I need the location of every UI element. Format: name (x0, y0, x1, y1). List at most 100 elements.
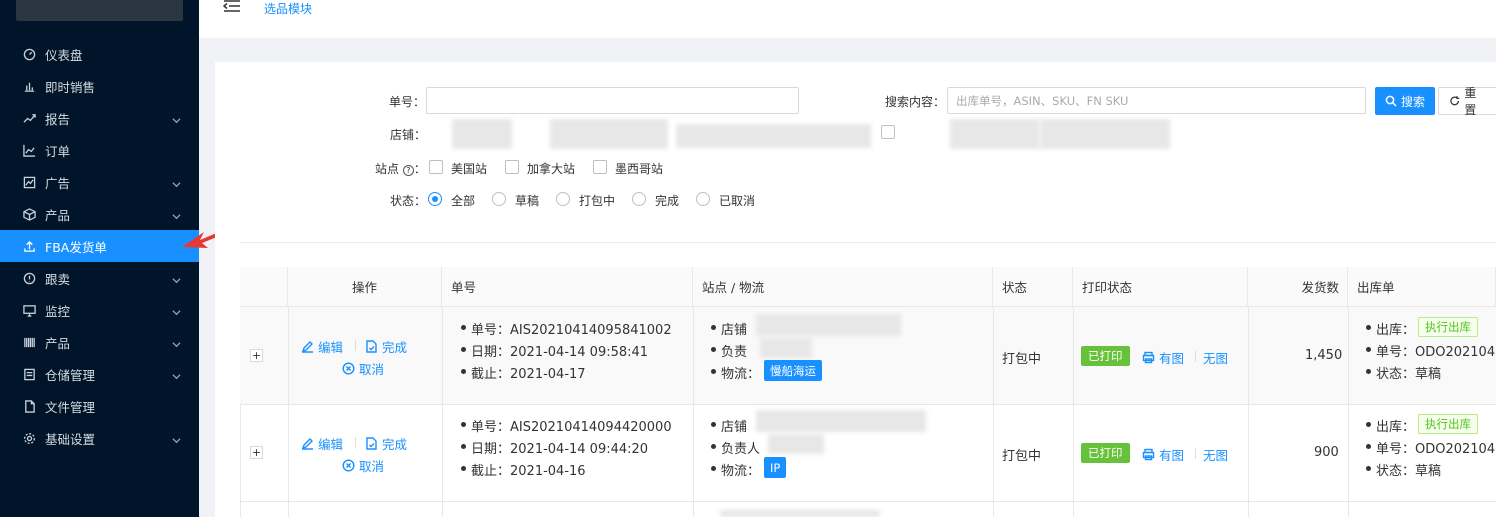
execute-outbound-tag[interactable]: 执行出库 (1418, 317, 1478, 337)
menu-fold-icon[interactable] (223, 0, 241, 12)
shop-redacted (756, 314, 901, 336)
shop-checkbox[interactable] (881, 125, 895, 139)
order-no-input[interactable] (426, 87, 799, 114)
sidebar-item-label: 产品 (45, 335, 71, 351)
status-radio-draft[interactable] (492, 192, 506, 206)
outbound-no-value: 单号：ODO202104 (1365, 438, 1495, 457)
logo (16, 0, 183, 21)
column-header-outbound: 出库单 (1348, 267, 1496, 307)
upload-icon (22, 239, 36, 253)
edit-link[interactable]: 编辑 (301, 337, 343, 356)
sidebar-item-files[interactable]: 文件管理 (0, 390, 199, 422)
no-image-link[interactable]: 无图 (1203, 348, 1228, 367)
outbound-status-value: 状态：草稿 (1365, 363, 1441, 382)
status-radio-packing[interactable] (556, 192, 570, 206)
sidebar-item-dashboard[interactable]: 仪表盘 (0, 38, 199, 70)
column-header-expand (240, 267, 288, 307)
owner-value: 负责 (710, 341, 747, 360)
search-icon (1385, 95, 1397, 107)
qty-value: 900 (1314, 445, 1339, 460)
sidebar-item-reports[interactable]: 报告 (0, 102, 199, 134)
chevron-down-icon (172, 177, 181, 188)
search-button-label: 搜索 (1401, 94, 1426, 109)
sidebar-item-label: 监控 (45, 303, 71, 319)
order-no-label: 单号： (389, 95, 426, 109)
complete-link[interactable]: 完成 (365, 434, 407, 453)
outbound-no-value: 单号：ODO202104 (1365, 341, 1495, 360)
status-label: 状态： (390, 194, 427, 208)
site-label-text: 站点 (375, 162, 400, 176)
status-radio-cancelled[interactable] (696, 192, 710, 206)
has-image-link[interactable]: 有图 (1142, 445, 1184, 464)
qty-value: 1,450 (1305, 348, 1343, 363)
has-image-label: 有图 (1159, 351, 1185, 366)
breadcrumb[interactable]: 选品模块 (264, 0, 312, 17)
status-radio-done[interactable] (632, 192, 646, 206)
sidebar-item-monitor[interactable]: 监控 (0, 294, 199, 326)
sidebar-item-label: 仓储管理 (45, 367, 96, 383)
row-expand-button[interactable]: + (250, 446, 263, 459)
complete-label: 完成 (382, 340, 408, 355)
warehouse-icon (22, 367, 36, 381)
filter-divider (240, 242, 1496, 243)
sidebar-item-settings[interactable]: 基础设置 (0, 422, 199, 454)
sidebar-item-label: 订单 (45, 143, 71, 159)
bar-chart-icon (22, 79, 36, 93)
site-checkbox-mx[interactable] (593, 160, 607, 174)
line-chart-icon (22, 143, 36, 157)
column-header-qty: 发货数 (1248, 267, 1348, 307)
has-image-link[interactable]: 有图 (1142, 348, 1184, 367)
outbound-label: 出库： (1365, 416, 1415, 435)
help-icon[interactable]: ? (402, 165, 414, 176)
printer-icon (1142, 351, 1155, 364)
shop-redacted (676, 124, 871, 148)
column-header-status: 状态 (993, 267, 1073, 307)
sidebar-item-products[interactable]: 产品 (0, 198, 199, 230)
chevron-down-icon (172, 337, 181, 348)
edit-link[interactable]: 编辑 (301, 434, 343, 453)
site-checkbox-us[interactable] (429, 160, 443, 174)
sidebar-item-orders[interactable]: 订单 (0, 134, 199, 166)
sidebar-item-fba-shipments[interactable]: FBA发货单 (0, 230, 199, 262)
document-check-icon (366, 340, 377, 353)
printed-tag: 已打印 (1081, 346, 1130, 366)
cancel-link[interactable]: 取消 (342, 359, 384, 378)
barcode-icon (22, 335, 36, 349)
sidebar-item-label: 跟卖 (45, 271, 71, 287)
refresh-icon (1450, 96, 1460, 106)
no-image-link[interactable]: 无图 (1203, 445, 1228, 464)
sidebar-item-label: 即时销售 (45, 79, 96, 95)
search-input[interactable]: 出库单号，ASIN、SKU、FN SKU (947, 87, 1366, 114)
shop-redacted (1040, 119, 1170, 149)
next-row-partial (720, 510, 880, 517)
execute-outbound-tag[interactable]: 执行出库 (1418, 414, 1478, 434)
shop-redacted (452, 119, 512, 149)
stock-icon (22, 175, 36, 189)
box-icon (22, 207, 36, 221)
shop-redacted (550, 119, 668, 149)
sidebar-item-realtime-sales[interactable]: 即时销售 (0, 70, 199, 102)
logistics-label: 物流： (710, 460, 760, 479)
printed-tag: 已打印 (1081, 443, 1130, 463)
cancel-link[interactable]: 取消 (342, 456, 384, 475)
status-radio-all[interactable] (428, 192, 442, 206)
sidebar-item-products-2[interactable]: 产品 (0, 326, 199, 358)
shop-redacted (950, 119, 1040, 149)
sidebar-item-follow-sell[interactable]: 跟卖 (0, 262, 199, 294)
action-separator (1195, 448, 1196, 459)
column-header-order-no: 单号 (442, 267, 693, 307)
sidebar-item-warehouse[interactable]: 仓储管理 (0, 358, 199, 390)
chevron-down-icon (172, 305, 181, 316)
order-deadline-value: 截止：2021-04-16 (461, 460, 586, 479)
site-checkbox-ca[interactable] (505, 160, 519, 174)
reset-button[interactable]: 重置 (1438, 86, 1496, 117)
column-header-print-status: 打印状态 (1073, 267, 1248, 307)
chevron-down-icon (172, 369, 181, 380)
complete-link[interactable]: 完成 (365, 337, 407, 356)
sidebar-item-ads[interactable]: 广告 (0, 166, 199, 198)
row-expand-button[interactable]: + (250, 349, 263, 362)
status-label-done: 完成 (655, 194, 680, 208)
search-button[interactable]: 搜索 (1375, 87, 1436, 115)
site-label-us: 美国站 (451, 162, 488, 176)
site-label-mx: 墨西哥站 (615, 162, 664, 176)
